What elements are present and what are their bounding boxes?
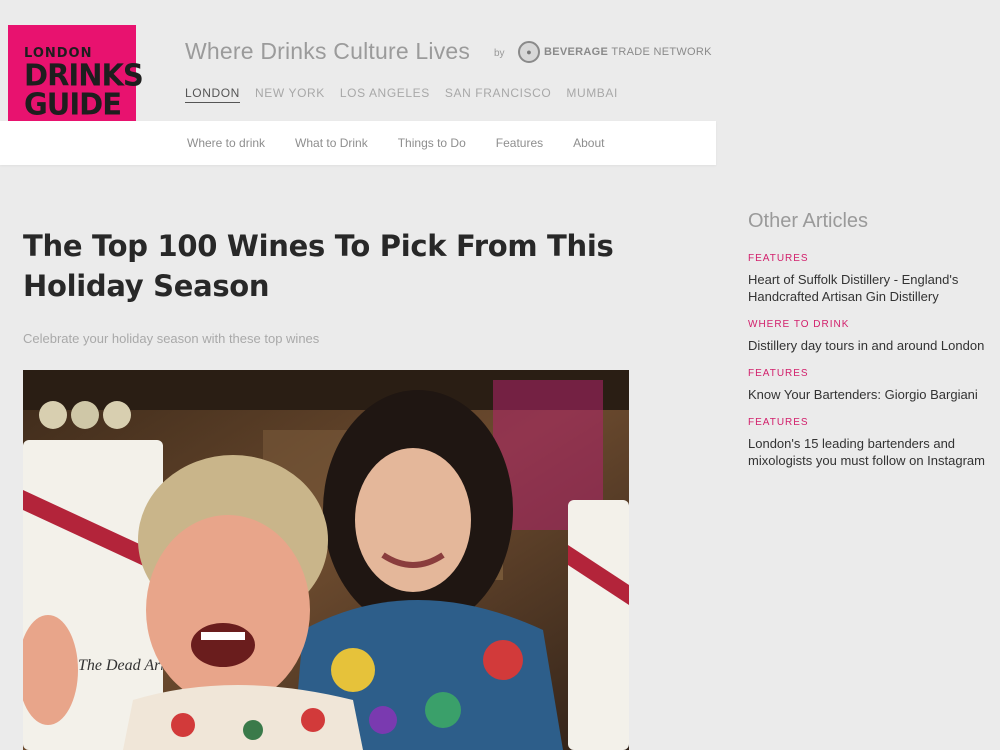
sidebar-article-title[interactable]: Know Your Bartenders: Giorgio Bargiani (748, 386, 993, 403)
sidebar-article[interactable]: FEATURES Know Your Bartenders: Giorgio B… (748, 368, 993, 403)
sidebar-article-title[interactable]: Heart of Suffolk Distillery - England's … (748, 271, 993, 305)
sidebar-heading: Other Articles (748, 210, 869, 232)
sidebar-article[interactable]: WHERE TO DRINK Distillery day tours in a… (748, 319, 993, 354)
sidebar-article-category: FEATURES (748, 253, 809, 264)
sidebar-other-articles: Other Articles FEATURES Heart of Suffolk… (748, 210, 993, 483)
nav-about[interactable]: About (573, 136, 604, 150)
sidebar-article-category: FEATURES (748, 417, 809, 428)
site-tagline: Where Drinks Culture Lives (185, 38, 471, 64)
city-link-new-york[interactable]: NEW YORK (255, 86, 325, 103)
hero-image: The Dead Arm (23, 370, 629, 750)
sidebar-article-title[interactable]: London's 15 leading bartenders and mixol… (748, 435, 993, 469)
sidebar-article-title[interactable]: Distillery day tours in and around Londo… (748, 337, 993, 354)
sidebar-article-category: FEATURES (748, 368, 809, 379)
sidebar-article-category: WHERE TO DRINK (748, 319, 850, 330)
site-header: LONDON DRINKS GUIDE Where Drinks Culture… (0, 0, 716, 166)
city-link-london[interactable]: LONDON (185, 86, 240, 103)
nav-features[interactable]: Features (496, 136, 543, 150)
city-selector: LONDON NEW YORK LOS ANGELES SAN FRANCISC… (185, 86, 633, 103)
nav-what-to-drink[interactable]: What to Drink (295, 136, 368, 150)
svg-text:The Dead Arm: The Dead Arm (78, 657, 172, 674)
city-link-los-angeles[interactable]: LOS ANGELES (340, 86, 430, 103)
nav-where-to-drink[interactable]: Where to drink (187, 136, 265, 150)
city-link-san-francisco[interactable]: SAN FRANCISCO (445, 86, 551, 103)
logo-line-3: GUIDE (24, 86, 122, 122)
hero-photo-illustration: The Dead Arm (23, 370, 629, 750)
globe-icon: ● (518, 41, 540, 63)
sidebar-article[interactable]: FEATURES London's 15 leading bartenders … (748, 417, 993, 469)
city-link-mumbai[interactable]: MUMBAI (566, 86, 618, 103)
partner-name: BEVERAGE TRADE NETWORK (544, 46, 712, 58)
tagline-by: by (494, 48, 505, 59)
partner-logo[interactable]: ● BEVERAGE TRADE NETWORK (518, 41, 712, 63)
nav-things-to-do[interactable]: Things to Do (398, 136, 466, 150)
article-subtitle: Celebrate your holiday season with these… (23, 331, 320, 346)
sidebar-article[interactable]: FEATURES Heart of Suffolk Distillery - E… (748, 253, 993, 305)
article-title: The Top 100 Wines To Pick From This Holi… (23, 229, 614, 303)
main-nav: Where to drink What to Drink Things to D… (0, 121, 716, 165)
